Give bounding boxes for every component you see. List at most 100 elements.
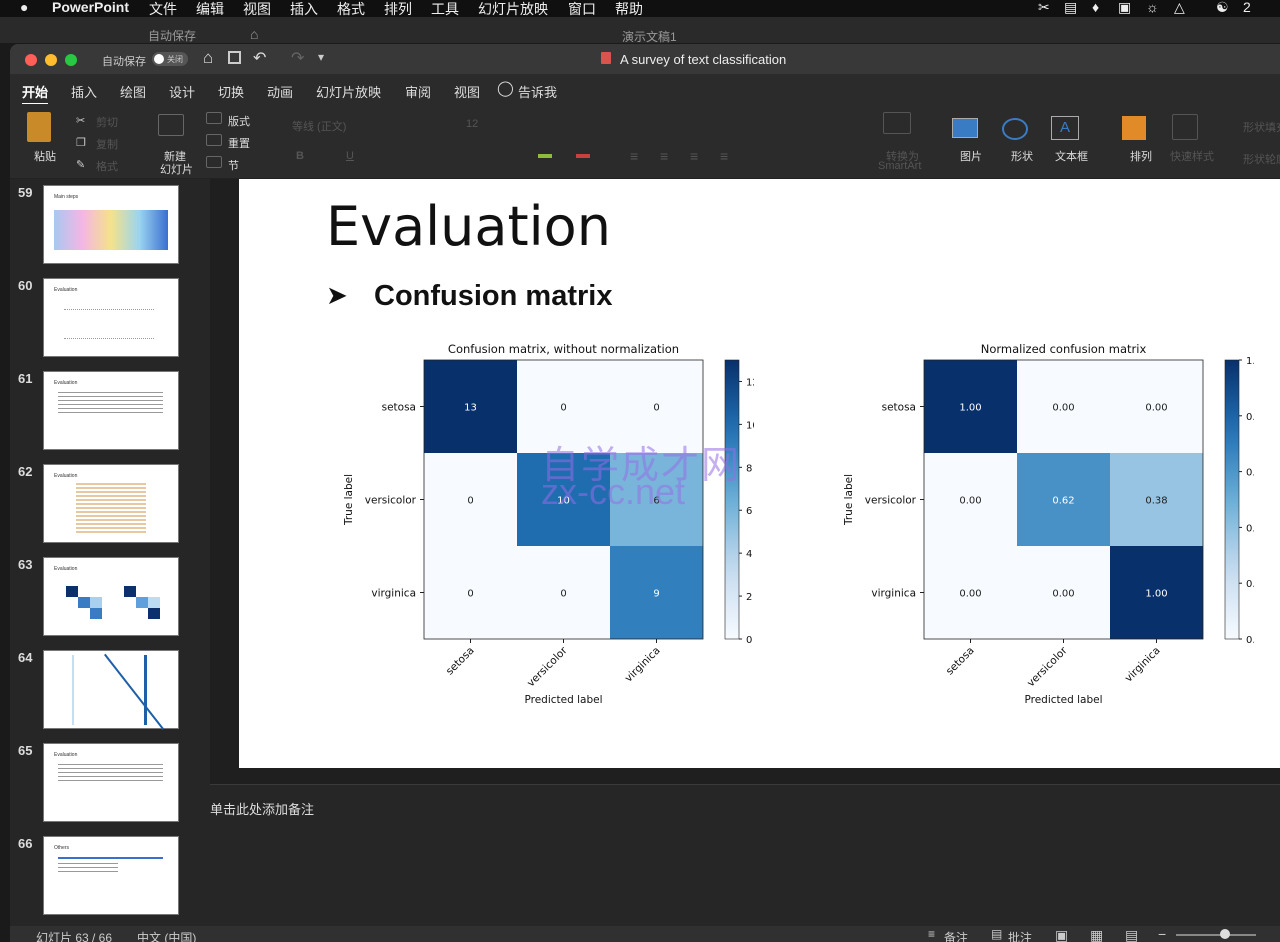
undo-icon[interactable]: ↶	[253, 48, 266, 68]
reset-icon[interactable]	[206, 134, 222, 146]
confusion-matrix-raw-chart[interactable]: Confusion matrix, without normalization 1…	[334, 337, 754, 707]
redo-icon[interactable]: ↷	[291, 48, 304, 68]
home-icon[interactable]: ⌂	[203, 48, 213, 68]
align-center-icon[interactable]: ≡	[660, 148, 668, 164]
tab-insert[interactable]: 插入	[71, 82, 97, 101]
notes-toggle[interactable]: 备注	[944, 929, 968, 942]
shape-button[interactable]: 形状	[1011, 148, 1033, 164]
zoom-out-icon[interactable]: −	[1158, 926, 1166, 942]
sketch-icon[interactable]: △	[1174, 0, 1185, 16]
highlight-color-icon[interactable]	[538, 154, 552, 158]
apple-icon[interactable]: ●	[20, 0, 28, 15]
minimize-window-button[interactable]	[45, 54, 57, 66]
tab-transitions[interactable]: 切换	[218, 82, 244, 101]
close-window-button[interactable]	[25, 54, 37, 66]
comments-icon[interactable]: ▤	[991, 927, 1002, 941]
thumbnail-slide-61[interactable]: Evaluation	[43, 371, 179, 450]
document-title[interactable]: A survey of text classification	[620, 52, 786, 67]
screen-icon[interactable]: ▤	[1064, 0, 1077, 16]
new-slide-icon[interactable]	[158, 114, 184, 136]
shape-icon[interactable]	[1002, 118, 1028, 140]
notes-toggle-icon[interactable]: ≡	[928, 927, 935, 941]
zoom-slider[interactable]	[1176, 934, 1256, 936]
normal-view-icon[interactable]: ▣	[1055, 927, 1068, 942]
cut-button[interactable]: 剪切	[96, 114, 118, 130]
format-painter-icon[interactable]: ✎	[76, 158, 85, 171]
picture-icon[interactable]	[952, 118, 978, 138]
paste-button[interactable]: 粘贴	[34, 148, 56, 164]
underline-icon[interactable]: U	[346, 150, 354, 162]
textbox-button[interactable]: 文本框	[1055, 148, 1088, 164]
justify-icon[interactable]: ≡	[720, 148, 728, 164]
thumbnail-slide-62[interactable]: Evaluation	[43, 464, 179, 543]
cell-label: 13	[464, 403, 477, 414]
thumbnail-slide-59[interactable]: Main steps	[43, 185, 179, 264]
thumbnail-slide-60[interactable]: Evaluation	[43, 278, 179, 357]
tell-me-box[interactable]: 告诉我	[518, 82, 557, 101]
font-size-box[interactable]: 12	[466, 118, 478, 130]
wechat-icon[interactable]: ☯	[1216, 0, 1229, 16]
bullet-text[interactable]: Confusion matrix	[374, 280, 612, 313]
language-indicator[interactable]: 中文 (中国)	[137, 929, 196, 942]
shape-outline-button[interactable]: 形状轮廓	[1243, 151, 1280, 167]
section-button[interactable]: 节	[228, 157, 239, 173]
evernote-icon[interactable]: ♦	[1092, 0, 1099, 15]
copy-button[interactable]: 复制	[96, 136, 118, 152]
layout-icon[interactable]	[206, 112, 222, 124]
zoom-window-button[interactable]	[65, 54, 77, 66]
align-left-icon[interactable]: ≡	[630, 148, 638, 164]
thumb-title: Main steps	[54, 194, 79, 200]
slide-thumbnail-pane[interactable]: 59 Main steps 60 Evaluation 61 Evaluatio…	[10, 179, 210, 926]
cut-icon[interactable]: ✂	[76, 114, 85, 127]
autosave-toggle[interactable]: 关闭	[152, 52, 188, 66]
tab-design[interactable]: 设计	[169, 82, 195, 101]
tab-animations[interactable]: 动画	[267, 82, 293, 101]
paste-icon[interactable]	[27, 112, 51, 142]
menu-app-name[interactable]: PowerPoint	[52, 0, 129, 15]
arrange-icon[interactable]	[1122, 116, 1146, 140]
layout-button[interactable]: 版式	[228, 113, 250, 129]
comments-toggle[interactable]: 批注	[1008, 929, 1032, 942]
cell-label: 0	[560, 589, 566, 600]
reset-button[interactable]: 重置	[228, 135, 250, 151]
scissors-icon[interactable]: ✂	[1038, 0, 1050, 16]
picture-button[interactable]: 图片	[960, 148, 982, 164]
creative-cloud-icon[interactable]: ☼	[1146, 0, 1159, 15]
textbox-icon[interactable]: A	[1051, 116, 1079, 140]
arrange-button[interactable]: 排列	[1130, 148, 1152, 164]
zoom-slider-knob[interactable]	[1220, 929, 1230, 939]
save-icon[interactable]	[228, 51, 241, 64]
notes-placeholder[interactable]: 单击此处添加备注	[210, 799, 314, 818]
slide-title[interactable]: Evaluation	[326, 195, 611, 258]
smartart-icon[interactable]	[883, 112, 911, 134]
shape-fill-button[interactable]: 形状填充	[1243, 119, 1280, 135]
bold-icon[interactable]: B	[296, 150, 304, 162]
font-color-icon[interactable]	[576, 154, 590, 158]
font-name-box[interactable]: 等线 (正文)	[292, 118, 346, 134]
slide-canvas[interactable]: Evaluation ➤ Confusion matrix Confusion …	[239, 179, 1280, 768]
format-painter-button[interactable]: 格式	[96, 158, 118, 174]
notes-pane[interactable]: 单击此处添加备注	[210, 784, 1280, 926]
quick-styles-icon[interactable]	[1172, 114, 1198, 140]
tab-review[interactable]: 审阅	[405, 82, 431, 101]
tab-view[interactable]: 视图	[454, 82, 480, 101]
convert-smartart-2[interactable]: SmartArt	[878, 160, 921, 172]
new-slide-label-2[interactable]: 幻灯片	[160, 161, 193, 177]
align-right-icon[interactable]: ≡	[690, 148, 698, 164]
thumbnail-slide-65[interactable]: Evaluation	[43, 743, 179, 822]
sorter-view-icon[interactable]: ▦	[1090, 927, 1103, 942]
copy-icon[interactable]: ❐	[76, 136, 86, 149]
customize-toolbar-icon[interactable]: ▾	[318, 50, 324, 64]
thumbnail-slide-63[interactable]: Evaluation	[43, 557, 179, 636]
tab-slideshow[interactable]: 幻灯片放映	[316, 82, 381, 101]
thumbnail-slide-66[interactable]: Others	[43, 836, 179, 915]
section-icon[interactable]	[206, 156, 222, 168]
confusion-matrix-normalized-chart[interactable]: Normalized confusion matrix 1.00 0.00 0.00 0…	[834, 337, 1254, 707]
thumbnail-slide-64[interactable]	[43, 650, 179, 730]
office-icon[interactable]: ▣	[1118, 0, 1131, 16]
tab-home[interactable]: 开始	[22, 82, 49, 105]
quick-styles-button[interactable]: 快速样式	[1170, 148, 1214, 164]
y-tick-label: setosa	[882, 402, 916, 414]
tab-draw[interactable]: 绘图	[120, 82, 146, 101]
reading-view-icon[interactable]: ▤	[1125, 927, 1138, 942]
